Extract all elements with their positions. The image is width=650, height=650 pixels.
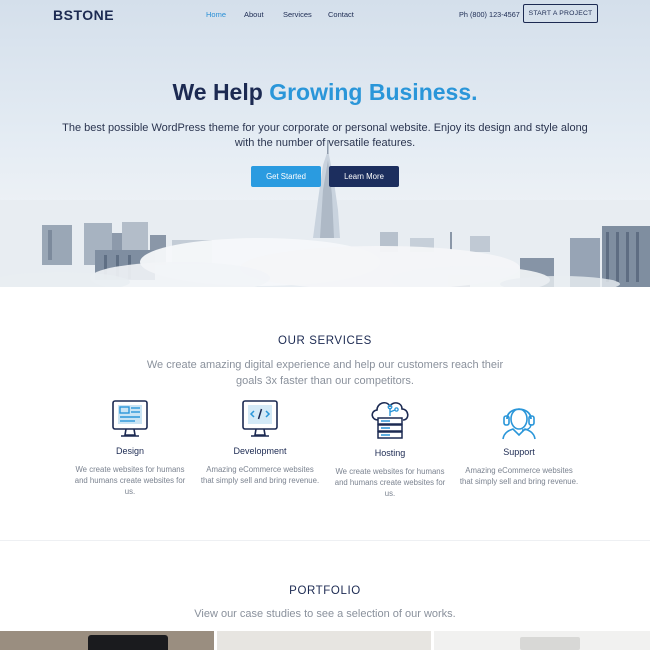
portfolio-title: PORTFOLIO bbox=[289, 585, 361, 597]
laptop-image bbox=[88, 635, 168, 650]
nav-link-services[interactable]: Services bbox=[283, 10, 312, 19]
portfolio-gallery bbox=[0, 631, 650, 650]
service-card-hosting: Hosting We create websites for humans an… bbox=[330, 396, 450, 499]
service-card-development: Development Amazing eCommerce websites t… bbox=[200, 398, 320, 486]
portfolio-subtitle: View our case studies to see a selection… bbox=[194, 608, 456, 620]
nav-link-contact[interactable]: Contact bbox=[328, 10, 354, 19]
portfolio-item[interactable] bbox=[217, 631, 431, 650]
service-card-design: Design We create websites for humans and… bbox=[70, 398, 190, 497]
top-navigation: BSTONE Home About Services Contact Ph (8… bbox=[0, 0, 650, 28]
nav-link-home[interactable]: Home bbox=[206, 10, 226, 19]
device-image bbox=[520, 637, 580, 650]
monitor-layout-icon bbox=[112, 400, 148, 437]
start-project-button[interactable]: START A PROJECT bbox=[523, 4, 598, 23]
services-title: OUR SERVICES bbox=[278, 335, 372, 347]
service-name: Development bbox=[233, 446, 287, 456]
service-description: We create websites for humans and humans… bbox=[74, 465, 186, 496]
monitor-code-icon bbox=[242, 400, 278, 437]
cloud-server-icon bbox=[371, 401, 409, 439]
headline-main: We Help bbox=[172, 79, 270, 105]
phone-number: Ph (800) 123-4567 bbox=[459, 10, 520, 19]
hero-headline: We Help Growing Business. bbox=[0, 79, 650, 106]
service-description: Amazing eCommerce websites that simply s… bbox=[200, 465, 320, 485]
services-subtitle: We create amazing digital experience and… bbox=[146, 359, 504, 387]
service-name: Design bbox=[115, 446, 144, 456]
service-name: Support bbox=[503, 447, 535, 457]
nav-link-about[interactable]: About bbox=[244, 10, 264, 19]
service-description: We create websites for humans and humans… bbox=[334, 467, 446, 498]
get-started-button[interactable]: Get Started bbox=[251, 166, 321, 187]
headline-accent: Growing Business. bbox=[269, 79, 478, 105]
service-description: Amazing eCommerce websites that simply s… bbox=[459, 466, 579, 486]
hero-subtitle: The best possible WordPress theme for yo… bbox=[62, 122, 588, 149]
headset-support-icon bbox=[502, 408, 536, 440]
service-name: Hosting bbox=[374, 448, 406, 458]
learn-more-button[interactable]: Learn More bbox=[329, 166, 399, 187]
section-divider bbox=[0, 540, 650, 541]
hero-section: BSTONE Home About Services Contact Ph (8… bbox=[0, 0, 650, 287]
brand-logo[interactable]: BSTONE bbox=[53, 7, 114, 23]
service-card-support: Support Amazing eCommerce websites that … bbox=[459, 397, 579, 487]
